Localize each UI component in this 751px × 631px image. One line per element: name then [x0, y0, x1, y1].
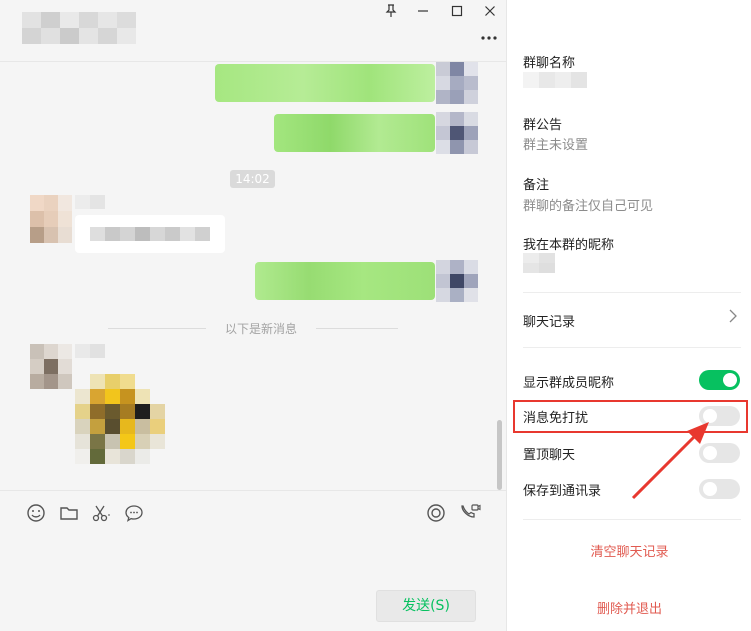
- announcement-value: 群主未设置: [523, 138, 589, 153]
- avatar[interactable]: [436, 112, 478, 154]
- close-icon[interactable]: [481, 4, 499, 22]
- group-name-value-blurred[interactable]: [523, 72, 587, 88]
- pin-icon[interactable]: [382, 4, 400, 22]
- more-icon[interactable]: [478, 26, 500, 44]
- avatar[interactable]: [436, 62, 478, 104]
- send-button[interactable]: 发送(S): [376, 590, 476, 622]
- divider: [523, 292, 741, 293]
- annotation-arrow-icon: [631, 422, 709, 500]
- maximize-icon[interactable]: [448, 4, 466, 22]
- scrollbar[interactable]: [497, 420, 502, 490]
- group-settings-panel: 群聊名称 群公告 群主未设置 备注 群聊的备注仅自己可见 我在本群的昵称 聊天记…: [506, 0, 751, 631]
- delete-and-exit-button[interactable]: 删除并退出: [507, 598, 751, 617]
- divider-line: [312, 328, 398, 329]
- chat-history-label[interactable]: 聊天记录: [523, 311, 575, 330]
- toggle-label-save-contacts: 保存到通讯录: [523, 484, 602, 499]
- clear-history-button[interactable]: 清空聊天记录: [507, 541, 751, 560]
- folder-icon[interactable]: [59, 503, 79, 523]
- sender-name-blurred: [75, 344, 105, 358]
- outgoing-message[interactable]: [215, 64, 435, 102]
- chat-header: [0, 0, 506, 62]
- divider: [523, 519, 741, 520]
- remark-value[interactable]: 群聊的备注仅自己可见: [523, 195, 653, 214]
- group-name-label: 群聊名称: [523, 56, 576, 71]
- incoming-message[interactable]: [75, 215, 225, 253]
- chat-toolbar: [0, 490, 506, 534]
- image-message[interactable]: [75, 374, 165, 464]
- my-nickname-label[interactable]: 我在本群的昵称: [523, 234, 614, 253]
- video-call-icon[interactable]: [459, 503, 481, 523]
- toggle-knob: [723, 373, 737, 387]
- chat-pane: 14:02 以下是新消息 发送(S): [0, 0, 506, 631]
- remark-label[interactable]: 备注: [523, 174, 549, 193]
- emoji-icon[interactable]: [26, 503, 46, 523]
- timestamp-chip: 14:02: [230, 170, 275, 188]
- divider-line: [108, 328, 208, 329]
- divider: [523, 347, 741, 348]
- chat-title-blurred: [22, 12, 136, 44]
- avatar[interactable]: [30, 344, 72, 389]
- message-list[interactable]: 14:02 以下是新消息: [0, 62, 506, 490]
- announcement-label[interactable]: 群公告: [523, 114, 562, 133]
- sender-name-blurred: [75, 195, 105, 209]
- my-nickname-value-blurred[interactable]: [523, 253, 555, 273]
- new-messages-divider: 以下是新消息: [206, 320, 316, 337]
- toggle-label-show-nicknames: 显示群成员昵称: [523, 376, 615, 391]
- chat-bubble-icon[interactable]: [124, 503, 144, 523]
- outgoing-message[interactable]: [255, 262, 435, 300]
- avatar[interactable]: [30, 195, 72, 243]
- avatar[interactable]: [436, 260, 478, 302]
- chevron-right-icon[interactable]: [728, 309, 738, 327]
- toggle-label-pin-chat: 置顶聊天: [523, 448, 576, 463]
- outgoing-message[interactable]: [274, 114, 435, 152]
- show-nicknames-toggle[interactable]: [699, 370, 740, 390]
- minimize-icon[interactable]: [414, 4, 432, 22]
- live-icon[interactable]: [426, 503, 446, 523]
- scissors-icon[interactable]: [91, 503, 111, 523]
